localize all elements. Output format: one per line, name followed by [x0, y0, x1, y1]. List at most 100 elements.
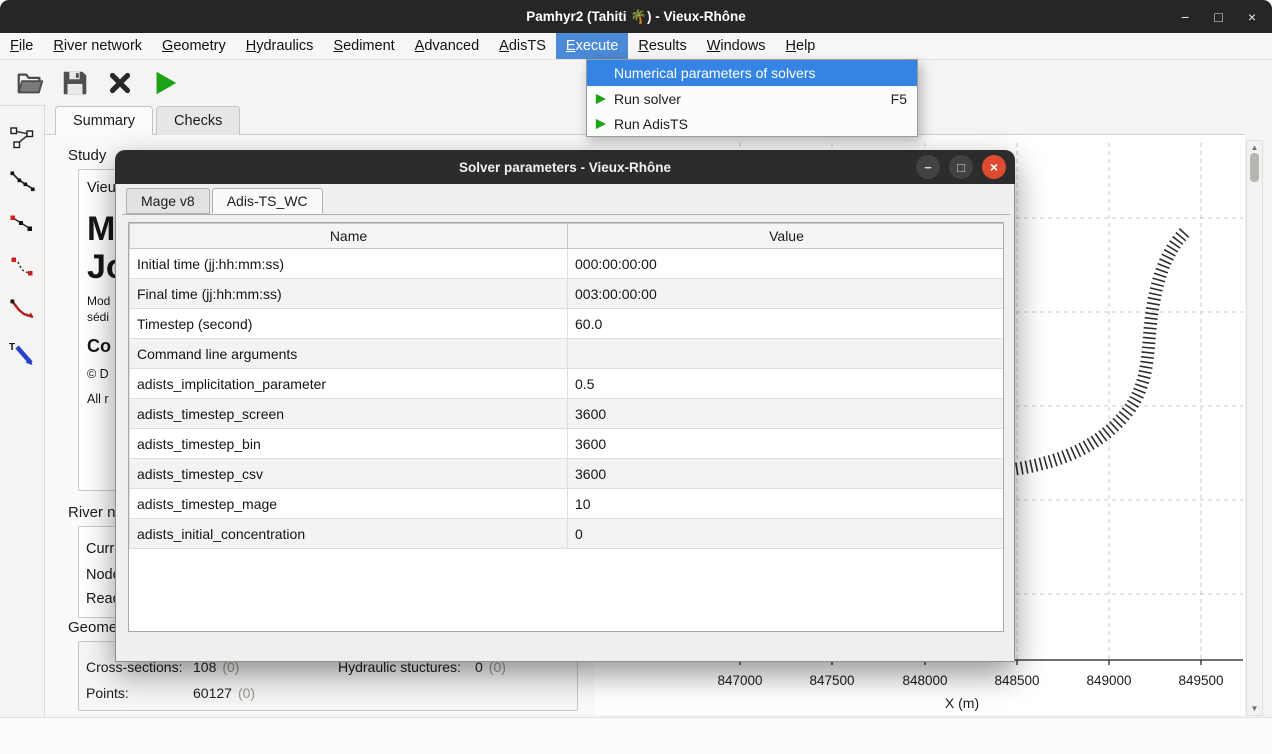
column-header-value: Value [568, 224, 1005, 249]
vertical-scrollbar[interactable]: ▲ ▼ [1246, 140, 1263, 716]
window-bottom-strip [0, 717, 1272, 754]
reach-button[interactable] [8, 253, 36, 281]
tab-checks[interactable]: Checks [156, 106, 240, 135]
param-value[interactable]: 60.0 [568, 309, 1005, 339]
reach-icon [8, 253, 36, 281]
menubar: File River network Geometry Hydraulics S… [0, 33, 1272, 60]
dialog-maximize-button[interactable]: □ [949, 155, 973, 179]
table-row: Initial time (jj:hh:mm:ss)000:00:00:00 [130, 249, 1005, 279]
copyright-text: © D [87, 367, 109, 381]
execute-menu-dropdown: Numerical parameters of solvers Run solv… [586, 59, 918, 137]
x-tick-2: 848000 [880, 673, 970, 688]
river-network-button[interactable] [8, 124, 36, 152]
scroll-down-arrow-icon[interactable]: ▼ [1247, 704, 1262, 713]
tab-pane-border [122, 214, 1010, 215]
longitudinal-profile-icon [8, 167, 36, 195]
points-label: Points: [86, 685, 129, 701]
param-value[interactable]: 0.5 [568, 369, 1005, 399]
nodes-button[interactable] [8, 210, 36, 238]
table-row: Command line arguments [130, 339, 1005, 369]
hydrograph-button[interactable] [8, 296, 36, 324]
menu-item-run-adists[interactable]: Run AdisTS [587, 111, 917, 136]
about-description-line2: sédi [87, 310, 109, 324]
menu-help[interactable]: Help [776, 33, 826, 59]
delete-button[interactable] [102, 65, 138, 101]
param-name: Initial time (jj:hh:mm:ss) [130, 249, 568, 279]
menu-item-run-solver[interactable]: Run solver F5 [587, 86, 917, 111]
menu-results[interactable]: Results [628, 33, 696, 59]
menu-windows[interactable]: Windows [697, 33, 776, 59]
param-value[interactable]: 10 [568, 489, 1005, 519]
param-value[interactable]: 0 [568, 519, 1005, 549]
play-icon [150, 68, 180, 98]
menu-geometry[interactable]: Geometry [152, 33, 236, 59]
run-solver-button[interactable] [147, 65, 183, 101]
menu-sediment[interactable]: Sediment [323, 33, 404, 59]
table-row: adists_timestep_mage10 [130, 489, 1005, 519]
solver-tabbar: Mage v8 Adis-TS_WC [126, 188, 325, 214]
dialog-close-button[interactable]: × [982, 155, 1006, 179]
x-tick-4: 849000 [1064, 673, 1154, 688]
tab-summary[interactable]: Summary [55, 106, 153, 135]
close-x-icon [105, 68, 135, 98]
longitudinal-profile-button[interactable] [8, 167, 36, 195]
maximize-button[interactable]: □ [1214, 9, 1222, 25]
param-value[interactable]: 000:00:00:00 [568, 249, 1005, 279]
river-network-section-label: River n [68, 504, 116, 521]
points-value: 60127(0) [193, 685, 255, 701]
open-file-button[interactable] [12, 65, 48, 101]
about-subtitle: Co [87, 336, 111, 357]
param-name: adists_implicitation_parameter [130, 369, 568, 399]
param-name: Final time (jj:hh:mm:ss) [130, 279, 568, 309]
dialog-titlebar: Solver parameters - Vieux-Rhône − □ × [115, 150, 1015, 184]
study-section-label: Study [68, 147, 106, 164]
x-tick-1: 847500 [787, 673, 877, 688]
table-row: Final time (jj:hh:mm:ss)003:00:00:00 [130, 279, 1005, 309]
param-value[interactable]: 3600 [568, 429, 1005, 459]
menu-adists[interactable]: AdisTS [489, 33, 556, 59]
window-controls: − □ × [1181, 0, 1256, 33]
menu-item-numerical-parameters[interactable]: Numerical parameters of solvers [587, 60, 917, 86]
param-value[interactable]: 003:00:00:00 [568, 279, 1005, 309]
param-name: adists_timestep_mage [130, 489, 568, 519]
main-tabbar: Summary Checks [55, 106, 240, 135]
minimize-button[interactable]: − [1181, 9, 1189, 25]
save-button[interactable] [57, 65, 93, 101]
scrollbar-thumb[interactable] [1250, 153, 1259, 182]
play-icon [594, 117, 607, 130]
table-row: adists_timestep_screen3600 [130, 399, 1005, 429]
menu-hydraulics[interactable]: Hydraulics [236, 33, 324, 59]
play-icon [594, 92, 607, 105]
window-titlebar: Pamhyr2 (Tahiti 🌴) - Vieux-Rhône − □ × [0, 0, 1272, 33]
x-tick-0: 847000 [695, 673, 785, 688]
table-row: adists_timestep_bin3600 [130, 429, 1005, 459]
param-name: Timestep (second) [130, 309, 568, 339]
param-name: adists_timestep_csv [130, 459, 568, 489]
dialog-body: Mage v8 Adis-TS_WC Name Value Initial ti… [115, 184, 1015, 662]
column-header-name: Name [130, 224, 568, 249]
param-value[interactable] [568, 339, 1005, 369]
param-value[interactable]: 3600 [568, 399, 1005, 429]
lateral-contribution-button[interactable]: T [8, 339, 36, 367]
shortcut-f5: F5 [891, 91, 907, 107]
close-button[interactable]: × [1248, 9, 1256, 25]
rights-text: All r [87, 392, 109, 406]
param-name: Command line arguments [130, 339, 568, 369]
param-value[interactable]: 3600 [568, 459, 1005, 489]
tab-mage-v8[interactable]: Mage v8 [126, 188, 210, 214]
dialog-minimize-button[interactable]: − [916, 155, 940, 179]
menu-file[interactable]: File [0, 33, 43, 59]
open-folder-icon [15, 68, 45, 98]
table-row: adists_timestep_csv3600 [130, 459, 1005, 489]
save-floppy-icon [60, 68, 90, 98]
points-extra: (0) [238, 685, 255, 701]
scroll-up-arrow-icon[interactable]: ▲ [1247, 143, 1262, 152]
param-name: adists_timestep_bin [130, 429, 568, 459]
menu-execute[interactable]: Execute [556, 33, 628, 59]
menu-advanced[interactable]: Advanced [405, 33, 490, 59]
table-row: adists_initial_concentration0 [130, 519, 1005, 549]
hydrograph-icon [8, 296, 36, 324]
tab-adis-ts-wc[interactable]: Adis-TS_WC [212, 188, 323, 214]
nodes-icon [8, 210, 36, 238]
menu-river-network[interactable]: River network [43, 33, 152, 59]
